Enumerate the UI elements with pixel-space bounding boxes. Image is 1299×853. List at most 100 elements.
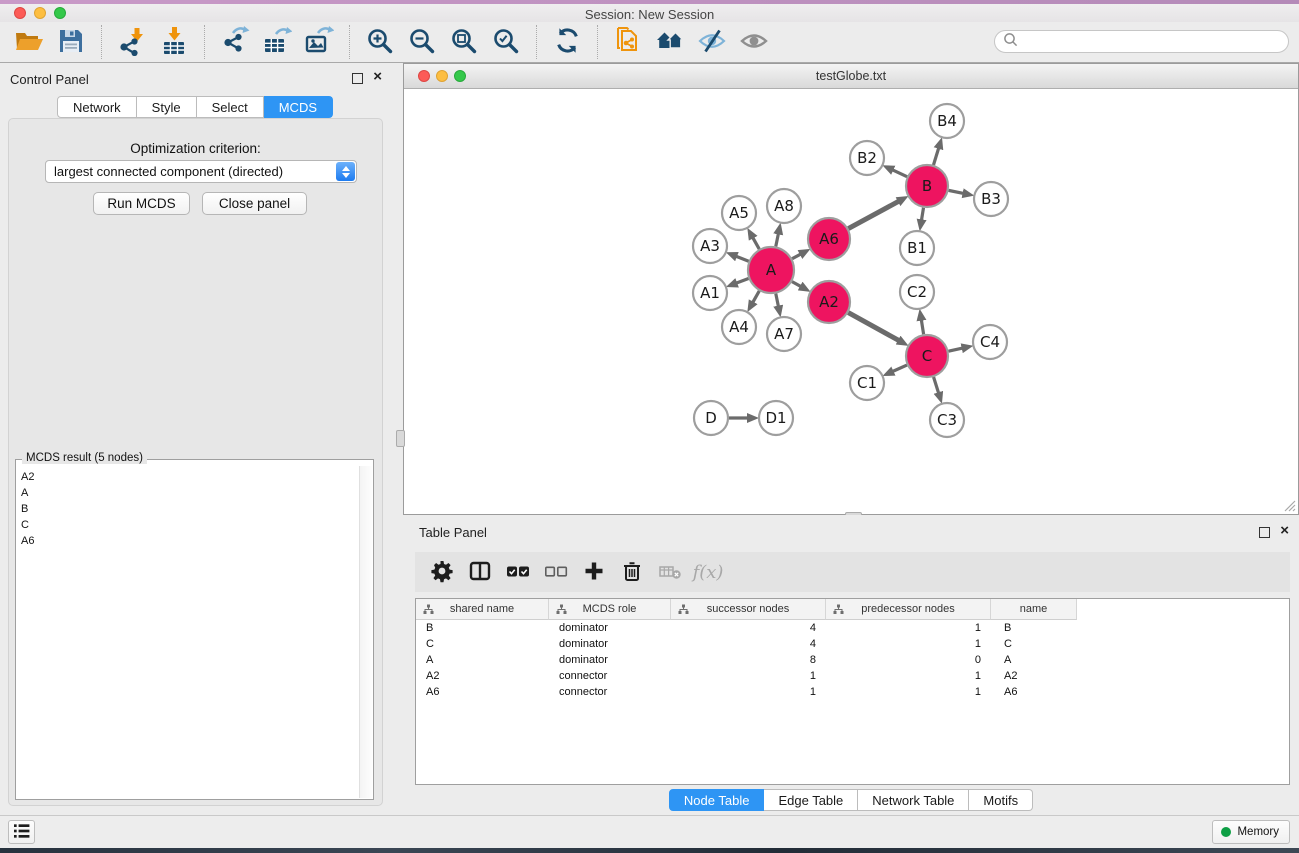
plus-icon [582, 559, 606, 586]
mcds-result-scrollbar[interactable] [359, 466, 372, 798]
table-row[interactable]: Bdominator41B [416, 620, 1289, 636]
add-column-button[interactable] [575, 555, 613, 589]
import-network-icon [117, 26, 147, 59]
table-cell: C [416, 636, 549, 652]
table-row[interactable]: A2connector11A2 [416, 668, 1289, 684]
table-cell: connector [549, 684, 671, 700]
graph-node-label: B4 [937, 112, 957, 130]
mcds-result-item[interactable]: C [21, 517, 359, 533]
import-table-button[interactable] [153, 24, 195, 60]
graph-edge-A-A5[interactable] [753, 237, 760, 249]
table-cell: A6 [416, 684, 549, 700]
show-all-button[interactable] [733, 24, 775, 60]
show-tasks-button[interactable] [8, 820, 35, 844]
list-icon [11, 821, 32, 844]
zoom-in-button[interactable] [359, 24, 401, 60]
graph-edge-C-C3[interactable] [934, 377, 939, 393]
table-row[interactable]: Adominator80A [416, 652, 1289, 668]
zoom-out-button[interactable] [401, 24, 443, 60]
first-neighbors-button[interactable] [649, 24, 691, 60]
tab-edge-table[interactable]: Edge Table [764, 789, 858, 811]
mcds-result-item[interactable]: B [21, 501, 359, 517]
graph-edge-C-C4[interactable] [948, 348, 962, 351]
export-network-icon [220, 26, 250, 59]
select-all-button[interactable] [499, 555, 537, 589]
graph-edge-C-C2[interactable] [921, 320, 923, 335]
export-table-button[interactable] [256, 24, 298, 60]
network-from-selection-button[interactable] [607, 24, 649, 60]
mcds-panel: Optimization criterion: largest connecte… [8, 118, 383, 806]
delete-columns-button[interactable] [613, 555, 651, 589]
tab-mcds[interactable]: MCDS [264, 96, 333, 118]
optimization-criterion-label: Optimization criterion: [9, 141, 382, 156]
tab-network-table[interactable]: Network Table [858, 789, 969, 811]
desktop-wallpaper-bottom [0, 848, 1299, 853]
graph-edge-A-A3[interactable] [736, 256, 749, 261]
zoom-selected-button[interactable] [485, 24, 527, 60]
table-cell: A2 [416, 668, 549, 684]
window-resize-grip[interactable] [1282, 498, 1296, 512]
apply-layout-button[interactable] [546, 24, 588, 60]
graph-edge-A-A8[interactable] [776, 233, 779, 246]
close-panel-button[interactable]: Close panel [202, 192, 307, 215]
zoom-fit-button[interactable] [443, 24, 485, 60]
table-settings-button[interactable] [423, 555, 461, 589]
graph-edge-A-A7[interactable] [776, 294, 779, 307]
table-cell: connector [549, 668, 671, 684]
graph-edge-A-A4[interactable] [753, 291, 760, 303]
column-header[interactable]: predecessor nodes [826, 599, 991, 620]
tab-node-table[interactable]: Node Table [669, 789, 765, 811]
graph-edge-B-B3[interactable] [949, 190, 964, 193]
column-header[interactable]: shared name [416, 599, 549, 620]
tab-network[interactable]: Network [57, 96, 137, 118]
float-panel-icon[interactable] [352, 73, 363, 84]
eye-icon [740, 27, 768, 58]
graph-edge-A-A1[interactable] [736, 278, 748, 283]
column-header[interactable]: MCDS role [549, 599, 671, 620]
criterion-dropdown[interactable]: largest connected component (directed) [45, 160, 357, 183]
tab-select[interactable]: Select [197, 96, 264, 118]
table-cell: A2 [991, 668, 1077, 684]
table-cell: A [416, 652, 549, 668]
mcds-result-item[interactable]: A [21, 485, 359, 501]
import-network-button[interactable] [111, 24, 153, 60]
export-network-button[interactable] [214, 24, 256, 60]
show-columns-button[interactable] [461, 555, 499, 589]
deselect-all-button[interactable] [537, 555, 575, 589]
close-table-panel-icon[interactable]: × [1280, 522, 1289, 540]
tab-motifs[interactable]: Motifs [969, 789, 1033, 811]
graph-node-label: D1 [765, 409, 786, 427]
graph-node-label: B [922, 177, 932, 195]
table-header-row: shared nameMCDS rolesuccessor nodesprede… [416, 599, 1289, 620]
graph-node-label: A3 [700, 237, 720, 255]
column-header[interactable]: name [991, 599, 1077, 620]
refresh-icon [554, 27, 581, 57]
column-header[interactable]: successor nodes [671, 599, 826, 620]
mcds-result-item[interactable]: A2 [21, 469, 359, 485]
close-panel-icon[interactable]: × [373, 68, 382, 86]
graph-edge-A-A6[interactable] [792, 254, 801, 259]
graph-edge-A-A2[interactable] [792, 282, 801, 287]
tab-style[interactable]: Style [137, 96, 197, 118]
save-session-button[interactable] [50, 24, 92, 60]
toolbar-separator [597, 25, 598, 59]
table-row[interactable]: Cdominator41C [416, 636, 1289, 652]
memory-button[interactable]: Memory [1212, 820, 1290, 844]
graph-edge-C-C1[interactable] [893, 365, 907, 371]
mcds-result-item[interactable]: A6 [21, 533, 359, 549]
vertical-splitter-handle[interactable] [396, 430, 405, 447]
graph-edge-A6-B[interactable] [848, 201, 899, 228]
network-canvas[interactable]: B4B2BB3A8A5A6A3B1AC2A1A2A4A7C4CC1C3DD1 [404, 89, 1298, 514]
graph-edge-B-B4[interactable] [933, 148, 938, 165]
table-row[interactable]: A6connector11A6 [416, 684, 1289, 700]
run-mcds-button[interactable]: Run MCDS [93, 192, 190, 215]
graph-edge-A2-C[interactable] [848, 313, 899, 341]
export-image-button[interactable] [298, 24, 340, 60]
graph-edge-B-B2[interactable] [892, 170, 907, 177]
float-table-panel-icon[interactable] [1259, 527, 1270, 538]
search-input[interactable] [1019, 33, 1288, 51]
table-cell: 8 [671, 652, 826, 668]
open-session-button[interactable] [8, 24, 50, 60]
graph-edge-B-B1[interactable] [921, 208, 923, 221]
hide-selected-button[interactable] [691, 24, 733, 60]
